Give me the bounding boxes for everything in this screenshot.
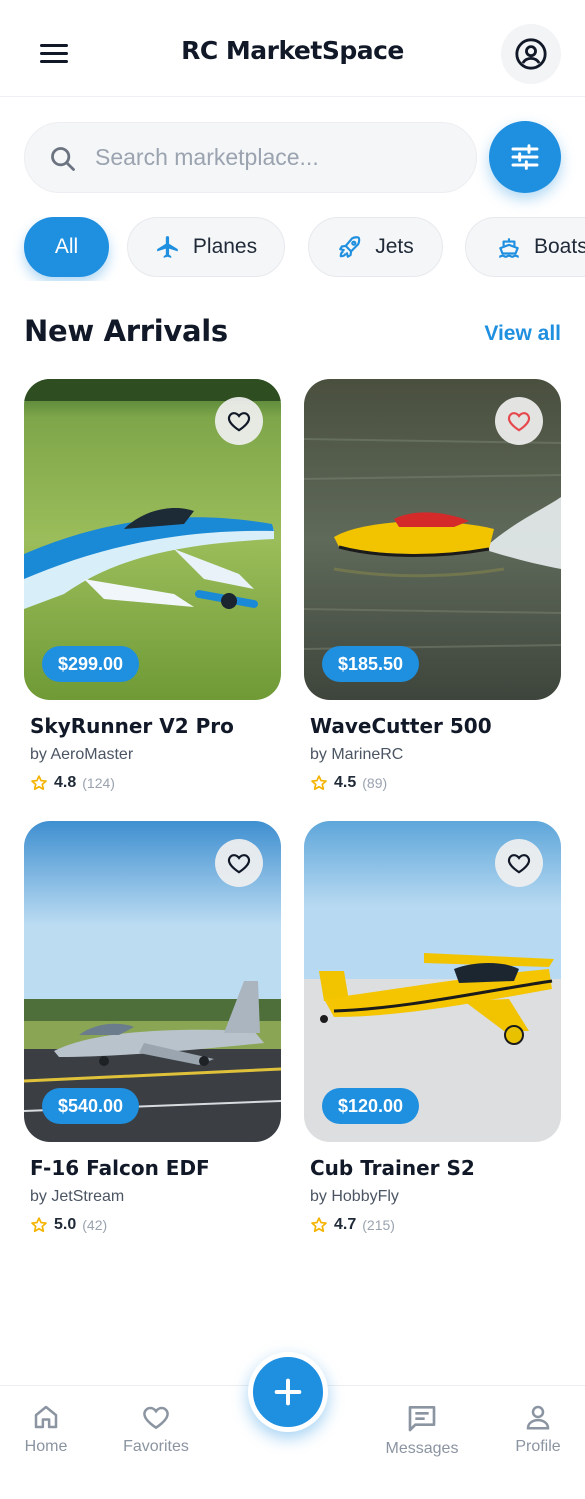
- product-image[interactable]: $540.00: [24, 821, 281, 1142]
- chip-label: Jets: [375, 235, 414, 258]
- heart-icon: [227, 854, 251, 874]
- review-count: (89): [362, 775, 388, 791]
- plane-icon: [157, 236, 178, 258]
- price-badge: $185.50: [322, 646, 420, 682]
- nav-label: Home: [24, 1438, 68, 1455]
- favorite-button[interactable]: [215, 397, 263, 445]
- message-icon: [408, 1406, 436, 1432]
- rating-value: 4.8: [54, 774, 77, 791]
- product-seller: by AeroMaster: [30, 746, 134, 763]
- review-count: (42): [82, 1217, 108, 1233]
- product-card[interactable]: $540.00 F-16 Falcon EDF by JetStream 5.0…: [24, 821, 281, 1234]
- add-listing-button[interactable]: [248, 1352, 328, 1432]
- filter-button[interactable]: [489, 121, 561, 193]
- search-input[interactable]: [95, 123, 465, 192]
- product-image[interactable]: $185.50: [304, 379, 561, 700]
- favorite-button[interactable]: [215, 839, 263, 887]
- nav-profile[interactable]: Profile: [488, 1386, 585, 1499]
- favorite-button[interactable]: [495, 397, 543, 445]
- profile-button[interactable]: [501, 24, 561, 84]
- nav-home[interactable]: Home: [0, 1386, 96, 1499]
- product-card[interactable]: $120.00 Cub Trainer S2 by HobbyFly 4.7 (…: [304, 821, 561, 1234]
- nav-label: Favorites: [123, 1438, 189, 1455]
- product-rating: 5.0 (42): [30, 1216, 281, 1234]
- chip-label: Boats: [534, 235, 585, 258]
- chip-all[interactable]: All: [24, 217, 109, 277]
- price-badge: $120.00: [322, 1088, 420, 1124]
- app-header: RC MarketSpace: [0, 0, 585, 97]
- heart-icon: [507, 854, 531, 874]
- heart-icon: [227, 412, 251, 432]
- chip-boats[interactable]: Boats: [465, 217, 585, 277]
- product-name[interactable]: WaveCutter 500: [310, 714, 561, 738]
- star-icon: [311, 1217, 327, 1233]
- user-circle-icon: [515, 38, 547, 70]
- nav-label: Messages: [385, 1440, 459, 1457]
- heart-filled-icon: [507, 412, 531, 432]
- chip-jets[interactable]: Jets: [308, 217, 443, 277]
- home-icon: [34, 1405, 58, 1429]
- star-icon: [31, 775, 47, 791]
- product-name[interactable]: Cub Trainer S2: [310, 1156, 561, 1180]
- star-icon: [311, 775, 327, 791]
- product-image[interactable]: $120.00: [304, 821, 561, 1142]
- chip-label: All: [54, 235, 79, 258]
- search-icon: [51, 147, 75, 171]
- category-chips: All Planes Jets Boats: [0, 217, 585, 281]
- favorite-button[interactable]: [495, 839, 543, 887]
- review-count: (215): [362, 1217, 395, 1233]
- product-name[interactable]: F-16 Falcon EDF: [30, 1156, 281, 1180]
- product-card[interactable]: $299.00 SkyRunner V2 Pro by AeroMaster 4…: [24, 379, 281, 792]
- nav-favorites[interactable]: Favorites: [106, 1386, 206, 1499]
- review-count: (124): [82, 775, 115, 791]
- product-name[interactable]: SkyRunner V2 Pro: [30, 714, 281, 738]
- rocket-icon: [339, 236, 361, 258]
- price-badge: $540.00: [42, 1088, 140, 1124]
- product-seller: by MarineRC: [310, 746, 404, 763]
- section-title: New Arrivals: [24, 314, 228, 348]
- product-card[interactable]: $185.50 WaveCutter 500 by MarineRC 4.5 (…: [304, 379, 561, 792]
- star-icon: [31, 1217, 47, 1233]
- rating-value: 4.7: [334, 1216, 357, 1233]
- product-seller: by JetStream: [30, 1188, 125, 1205]
- chip-label: Planes: [192, 235, 258, 258]
- sliders-icon: [511, 144, 539, 170]
- boat-icon: [499, 238, 519, 258]
- product-seller: by HobbyFly: [310, 1188, 399, 1205]
- plus-icon: [274, 1378, 302, 1406]
- heart-icon: [143, 1406, 169, 1430]
- nav-label: Profile: [515, 1438, 561, 1455]
- nav-messages[interactable]: Messages: [372, 1386, 472, 1499]
- product-rating: 4.8 (124): [30, 774, 281, 792]
- product-image[interactable]: $299.00: [24, 379, 281, 700]
- product-rating: 4.7 (215): [310, 1216, 561, 1234]
- chip-planes[interactable]: Planes: [127, 217, 285, 277]
- rating-value: 4.5: [334, 774, 357, 791]
- product-rating: 4.5 (89): [310, 774, 561, 792]
- price-badge: $299.00: [42, 646, 140, 682]
- view-all-link[interactable]: View all: [484, 322, 561, 346]
- user-icon: [526, 1405, 550, 1430]
- search-bar: [24, 122, 477, 193]
- app-title: RC MarketSpace: [181, 36, 404, 65]
- rating-value: 5.0: [54, 1216, 77, 1233]
